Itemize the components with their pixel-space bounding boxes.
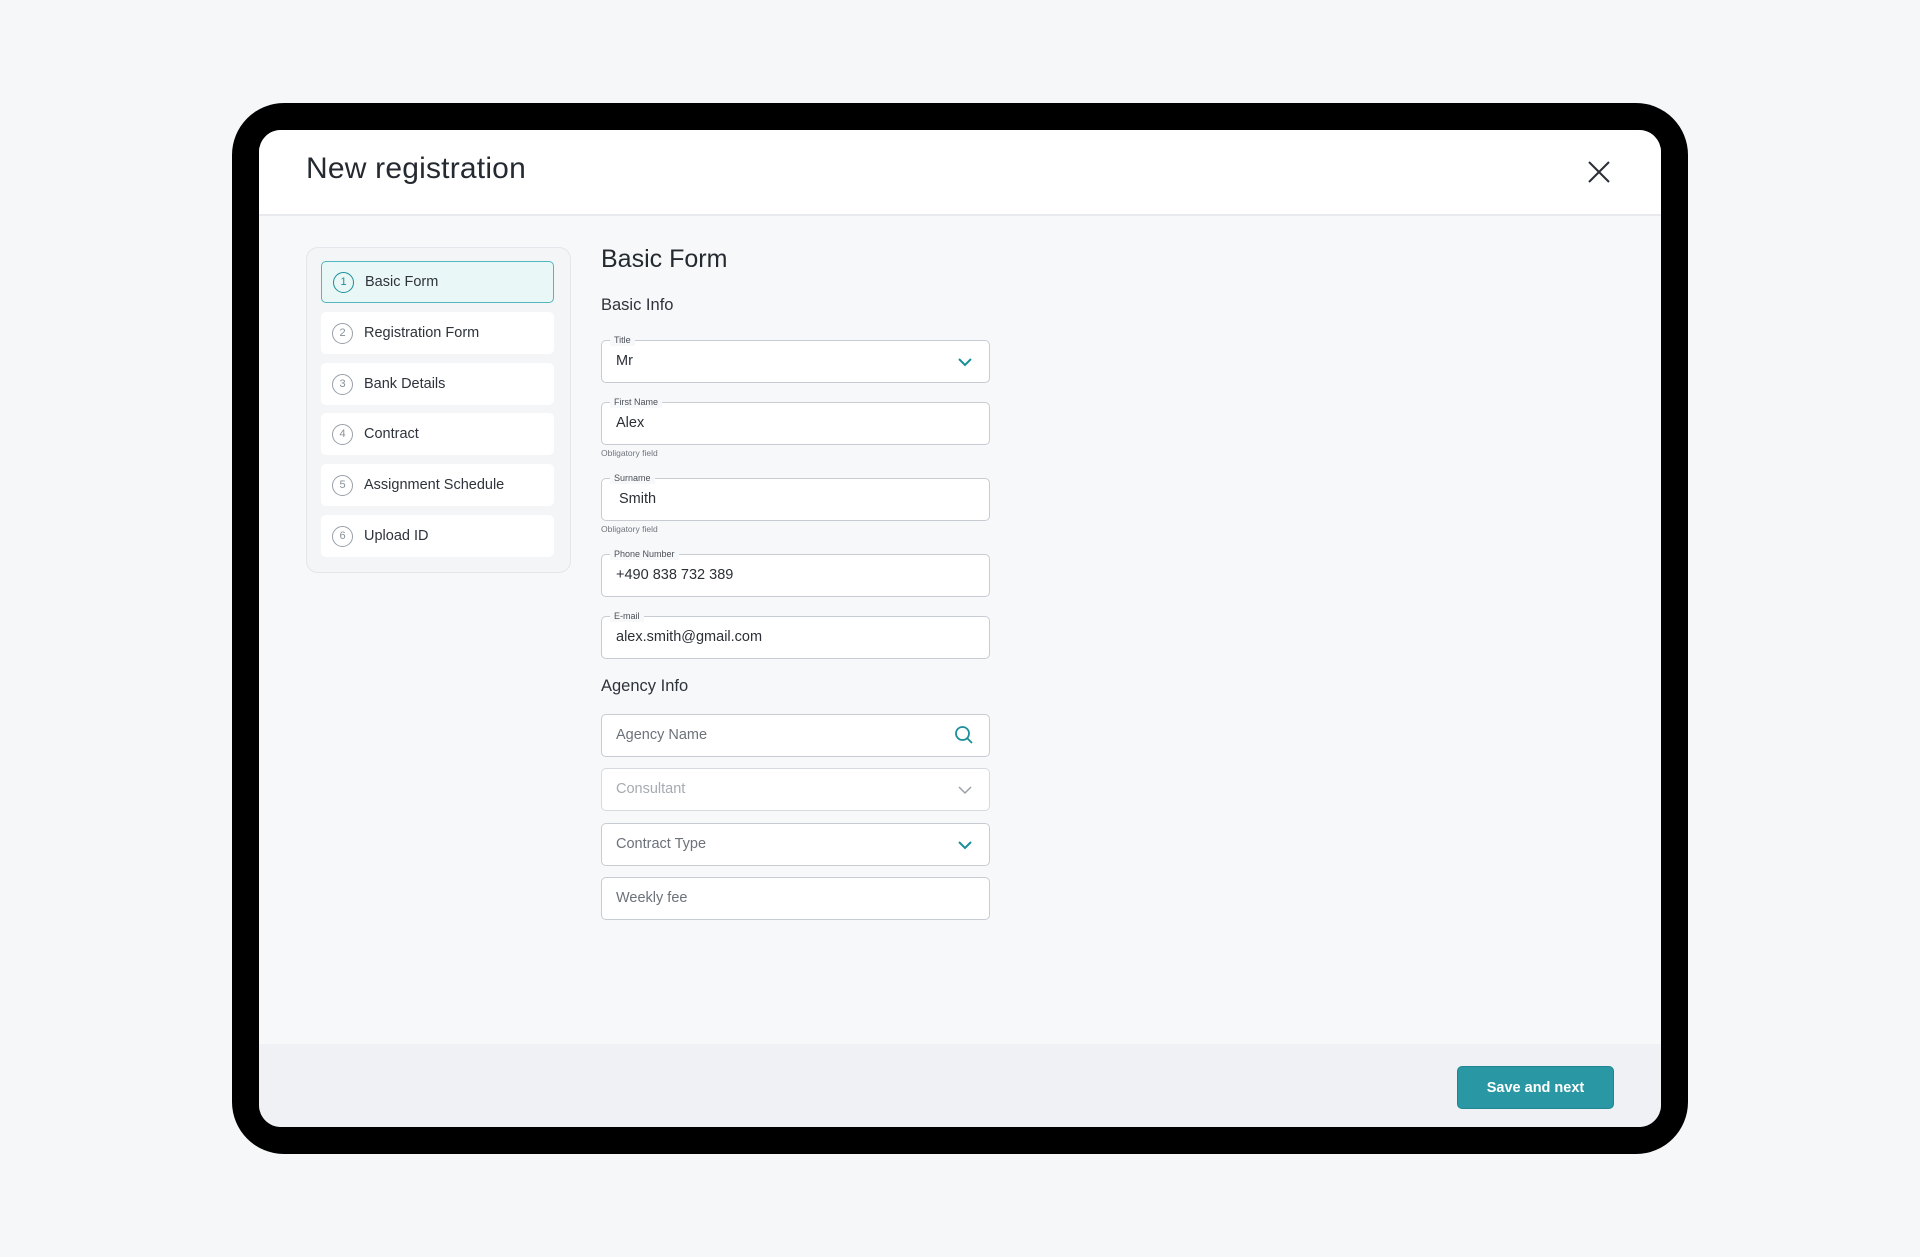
- email-label: E-mail: [610, 610, 644, 622]
- first-name-label: First Name: [610, 396, 663, 408]
- chevron-down-icon: [958, 358, 972, 367]
- phone-value: +490 838 732 389: [616, 567, 734, 583]
- close-button[interactable]: [1585, 158, 1613, 186]
- step-bank-details[interactable]: 3 Bank Details: [321, 363, 554, 405]
- tablet-frame: New registration 1 Basic Form 2 Registra…: [232, 103, 1688, 1154]
- search-icon[interactable]: [954, 725, 974, 745]
- title-field-value: Mr: [616, 353, 633, 369]
- contract-type-select[interactable]: Contract Type: [601, 823, 990, 866]
- save-and-next-button[interactable]: Save and next: [1457, 1066, 1614, 1109]
- step-label: Basic Form: [365, 274, 439, 290]
- basic-info-heading: Basic Info: [601, 296, 674, 314]
- phone-field[interactable]: Phone Number +490 838 732 389: [601, 548, 990, 597]
- surname-value: Smith: [619, 491, 657, 507]
- title-field-label: Title: [610, 334, 635, 346]
- step-label: Upload ID: [364, 528, 429, 544]
- modal-window: New registration 1 Basic Form 2 Registra…: [259, 130, 1661, 1127]
- close-icon: [1588, 161, 1610, 183]
- step-label: Registration Form: [364, 325, 480, 341]
- weekly-fee-placeholder: Weekly fee: [616, 890, 688, 906]
- step-label: Contract: [364, 426, 419, 442]
- steps-sidebar: 1 Basic Form 2 Registration Form 3 Bank …: [306, 247, 571, 573]
- agency-info-heading: Agency Info: [601, 677, 689, 695]
- step-assignment-schedule[interactable]: 5 Assignment Schedule: [321, 464, 554, 506]
- step-number: 4: [332, 423, 353, 445]
- first-name-helper: Obligatory field: [601, 448, 658, 458]
- email-field[interactable]: E-mail alex.smith@gmail.com: [601, 610, 990, 659]
- step-number: 5: [332, 474, 353, 496]
- surname-helper: Obligatory field: [601, 524, 658, 534]
- contract-type-placeholder: Contract Type: [616, 836, 707, 852]
- step-upload-id[interactable]: 6 Upload ID: [321, 515, 554, 557]
- weekly-fee-field[interactable]: Weekly fee: [601, 877, 990, 920]
- surname-field[interactable]: Surname Smith: [601, 472, 990, 521]
- surname-label: Surname: [610, 472, 655, 484]
- agency-name-search[interactable]: Agency Name: [601, 714, 990, 757]
- chevron-down-icon: [958, 841, 972, 850]
- step-label: Assignment Schedule: [364, 477, 505, 493]
- step-number: 6: [332, 525, 353, 547]
- step-number: 2: [332, 322, 353, 344]
- agency-name-placeholder: Agency Name: [616, 727, 708, 743]
- modal-title: New registration: [306, 152, 526, 185]
- step-label: Bank Details: [364, 376, 446, 392]
- form-title: Basic Form: [601, 245, 728, 273]
- step-number: 3: [332, 373, 353, 395]
- consultant-select[interactable]: Consultant: [601, 768, 990, 811]
- first-name-field[interactable]: First Name Alex: [601, 396, 990, 445]
- modal-header: New registration: [259, 130, 1661, 216]
- step-basic-form[interactable]: 1 Basic Form: [321, 261, 554, 303]
- title-select[interactable]: Title Mr: [601, 334, 990, 383]
- step-contract[interactable]: 4 Contract: [321, 413, 554, 455]
- consultant-placeholder: Consultant: [616, 781, 686, 797]
- first-name-value: Alex: [616, 415, 645, 431]
- modal-footer: Save and next: [259, 1044, 1661, 1127]
- phone-label: Phone Number: [610, 548, 679, 560]
- step-number: 1: [333, 271, 354, 293]
- chevron-down-icon: [958, 786, 972, 795]
- email-value: alex.smith@gmail.com: [616, 629, 763, 645]
- step-registration-form[interactable]: 2 Registration Form: [321, 312, 554, 354]
